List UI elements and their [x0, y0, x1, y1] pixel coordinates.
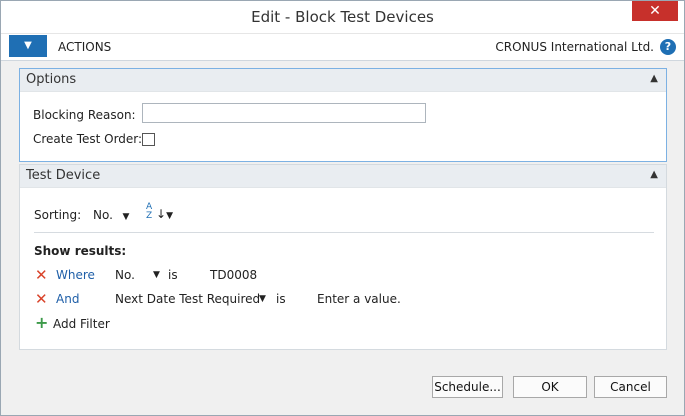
- schedule-button[interactable]: Schedule...: [432, 376, 503, 398]
- close-button[interactable]: ✕: [632, 1, 678, 21]
- test-device-title: Test Device: [26, 168, 101, 183]
- filter-operator: is: [276, 292, 286, 306]
- collapse-icon[interactable]: ▲: [650, 73, 658, 84]
- sort-arrow-icon[interactable]: ↓▼: [156, 207, 173, 221]
- chevron-down-icon[interactable]: ▼: [153, 270, 160, 280]
- filter-operator: is: [168, 268, 178, 282]
- filter-conjunction[interactable]: And: [56, 292, 79, 306]
- chevron-down-icon: ▼: [116, 212, 130, 222]
- title-bar: Edit - Block Test Devices ✕: [1, 1, 684, 34]
- chevron-down-icon[interactable]: ▼: [259, 294, 266, 304]
- show-results-label: Show results:: [34, 244, 127, 258]
- test-device-header[interactable]: Test Device ▲: [20, 165, 666, 188]
- remove-filter-icon[interactable]: ✕: [35, 266, 48, 284]
- divider: [34, 232, 654, 233]
- blocking-reason-input[interactable]: [142, 103, 426, 123]
- sorting-dropdown[interactable]: No. ▼: [93, 208, 129, 222]
- cancel-button[interactable]: Cancel: [594, 376, 667, 398]
- filter-value[interactable]: TD0008: [210, 268, 257, 282]
- plus-icon[interactable]: +: [35, 313, 48, 332]
- filter-value-input[interactable]: Enter a value.: [317, 292, 401, 306]
- help-icon[interactable]: ?: [660, 39, 676, 55]
- filter-field-dropdown[interactable]: No.: [115, 268, 135, 282]
- filter-field: No.: [115, 268, 135, 282]
- sorting-value: No.: [93, 208, 113, 222]
- collapse-icon[interactable]: ▲: [650, 169, 658, 180]
- blocking-reason-label: Blocking Reason:: [33, 108, 136, 122]
- options-title: Options: [26, 72, 77, 87]
- filter-field-dropdown[interactable]: Next Date Test Required: [115, 292, 260, 306]
- ok-button[interactable]: OK: [513, 376, 587, 398]
- options-fasttab: Options ▲ Blocking Reason: Create Test O…: [19, 68, 667, 162]
- dialog-window: Edit - Block Test Devices ✕ ▼ ACTIONS CR…: [0, 0, 685, 416]
- application-menu-button[interactable]: ▼: [9, 35, 47, 57]
- window-title: Edit - Block Test Devices: [251, 8, 434, 26]
- remove-filter-icon[interactable]: ✕: [35, 290, 48, 308]
- sort-order-icon[interactable]: A Z: [146, 203, 152, 221]
- create-test-order-checkbox[interactable]: [142, 133, 155, 146]
- test-device-fasttab: Test Device ▲ Sorting: No. ▼ A Z ↓▼ Show…: [19, 164, 667, 350]
- options-header[interactable]: Options ▲: [20, 69, 666, 92]
- add-filter-link[interactable]: Add Filter: [53, 317, 110, 331]
- sorting-label: Sorting:: [34, 208, 82, 222]
- actions-tab[interactable]: ACTIONS: [58, 40, 111, 54]
- ribbon: ▼ ACTIONS CRONUS International Ltd. ?: [1, 34, 684, 61]
- create-test-order-label: Create Test Order:: [33, 132, 143, 146]
- filter-field: Next Date Test Required: [115, 292, 261, 306]
- filter-conjunction[interactable]: Where: [56, 268, 95, 282]
- company-name: CRONUS International Ltd.: [495, 40, 654, 54]
